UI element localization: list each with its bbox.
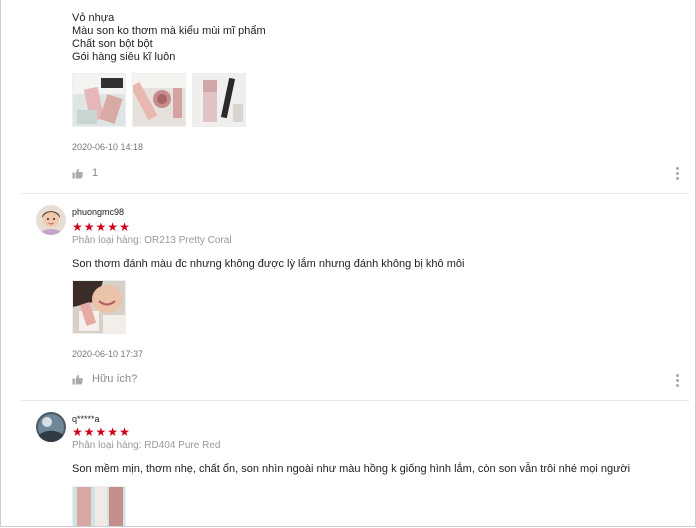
more-options-button[interactable] — [676, 374, 679, 387]
review-item-2: phuongmc98 ★ ★ ★ ★ ★ Phân loại hàng: OR2… — [1, 193, 695, 400]
star-icon: ★ — [95, 220, 107, 234]
star-icon: ★ — [119, 220, 130, 234]
review-photo[interactable] — [132, 73, 186, 127]
review-timestamp: 2020-06-10 14:18 — [72, 142, 144, 152]
star-icon: ★ — [83, 220, 95, 234]
product-variant: Phân loại hàng: RD404 Pure Red — [72, 440, 221, 451]
review-item-1: Vỏ nhựa Màu son ko thơm mà kiểu mùi mĩ p… — [1, 0, 695, 193]
helpful-button[interactable]: Hữu ích? — [72, 373, 137, 385]
star-icon: ★ — [72, 425, 83, 439]
review-comment: Son thơm đánh màu đc nhưng không được lỳ… — [72, 258, 465, 270]
star-icon: ★ — [107, 425, 119, 439]
review-text-line: Gói hàng siêu kĩ luôn — [72, 51, 176, 63]
review-text-line: Chất son bột bột — [72, 38, 153, 50]
thumbs-up-icon — [72, 374, 83, 385]
review-text-line: Màu son ko thơm mà kiểu mùi mĩ phẩm — [72, 25, 266, 37]
more-vertical-icon — [676, 374, 679, 377]
star-icon: ★ — [72, 220, 83, 234]
review-photo[interactable] — [72, 73, 126, 127]
like-count: 1 — [92, 167, 99, 179]
avatar[interactable] — [36, 205, 66, 235]
helpful-label: Hữu ích? — [92, 373, 138, 385]
more-vertical-icon — [676, 167, 679, 170]
star-icon: ★ — [119, 425, 130, 439]
review-comment: Son mềm mịn, thơm nhẹ, chất ổn, son nhìn… — [72, 463, 631, 475]
reviewer-username[interactable]: phuongmc98 — [72, 207, 124, 217]
reviews-panel: Vỏ nhựa Màu son ko thơm mà kiểu mùi mĩ p… — [0, 0, 696, 527]
more-options-button[interactable] — [676, 167, 679, 180]
rating-stars: ★ ★ ★ ★ ★ — [72, 221, 130, 233]
avatar[interactable] — [36, 412, 66, 442]
rating-stars: ★ ★ ★ ★ ★ — [72, 426, 130, 438]
like-button[interactable]: 1 — [72, 167, 98, 179]
product-variant: Phân loại hàng: OR213 Pretty Coral — [72, 235, 232, 246]
review-timestamp: 2020-06-10 17:37 — [72, 349, 144, 359]
review-photo[interactable] — [72, 280, 126, 334]
review-text-line: Vỏ nhựa — [72, 12, 115, 24]
star-icon: ★ — [107, 220, 119, 234]
review-photo[interactable] — [72, 486, 126, 526]
thumbs-up-icon — [72, 168, 83, 179]
star-icon: ★ — [95, 425, 107, 439]
review-item-3: q*****a ★ ★ ★ ★ ★ Phân loại hàng: RD404 … — [1, 400, 695, 526]
reviewer-username[interactable]: q*****a — [72, 414, 100, 424]
star-icon: ★ — [83, 425, 95, 439]
review-photo[interactable] — [192, 73, 246, 127]
